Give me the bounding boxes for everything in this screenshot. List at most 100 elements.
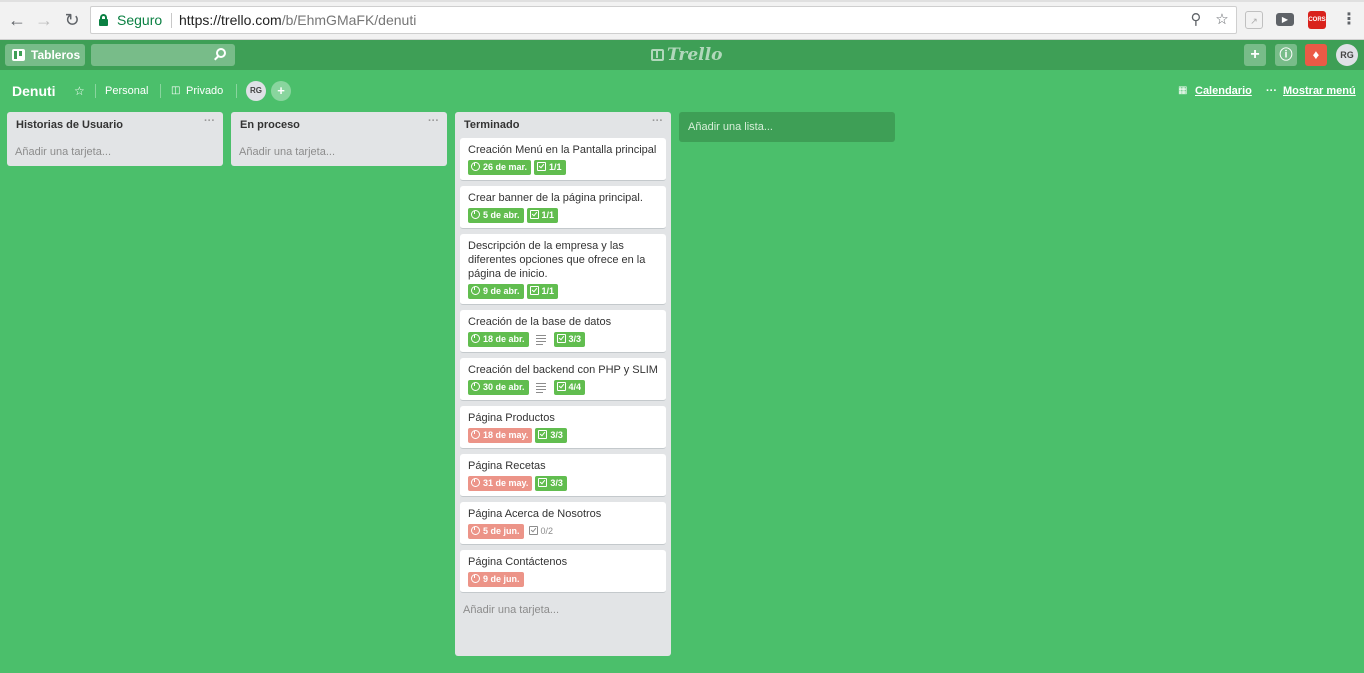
card[interactable]: Crear banner de la página principal. 5 de…: [460, 186, 666, 229]
cors-extension-icon[interactable]: CORS: [1308, 11, 1326, 29]
checkbox-icon: [538, 478, 548, 487]
back-arrow-icon[interactable]: ←: [6, 9, 28, 31]
checklist-badge: 3/3: [535, 428, 567, 443]
clock-icon: [471, 478, 480, 487]
board-member-avatar[interactable]: RG: [246, 81, 266, 101]
header-avatar[interactable]: RG: [1336, 44, 1358, 66]
list-menu-icon[interactable]: ···: [428, 115, 439, 127]
add-list-button[interactable]: Añadir una lista...: [679, 112, 895, 142]
card-badges: 5 de jun. 0/2: [468, 524, 659, 540]
board-header-divider: [236, 84, 237, 98]
add-card-button[interactable]: Añadir una tarjeta...: [455, 598, 671, 626]
list-en-proceso: En proceso ··· Añadir una tarjeta...: [231, 112, 447, 166]
extension-open-icon[interactable]: ↗: [1245, 11, 1263, 29]
checklist-badge: 4/4: [553, 380, 586, 395]
url-text[interactable]: https://trello.com/b/EhmGMaFK/denuti: [179, 7, 416, 33]
add-button[interactable]: +: [1244, 44, 1266, 66]
clock-icon: [471, 382, 480, 391]
checklist-count: 1/1: [541, 286, 555, 296]
trello-logo[interactable]: Trello: [651, 45, 722, 65]
list-title: Terminado: [464, 119, 520, 131]
due-date-text: 30 de abr.: [483, 382, 525, 392]
due-date-badge[interactable]: 9 de jun.: [468, 572, 524, 587]
notification-bell-icon[interactable]: ♦: [1305, 44, 1327, 66]
checklist-count: 3/3: [550, 478, 563, 488]
add-member-icon[interactable]: +: [271, 81, 291, 101]
checkbox-icon: [529, 286, 539, 295]
card[interactable]: Creación del backend con PHP y SLIM 30 de…: [460, 358, 666, 401]
team-button[interactable]: Personal: [105, 84, 148, 98]
due-date-badge[interactable]: 18 de abr.: [468, 332, 529, 347]
due-date-badge[interactable]: 5 de abr.: [468, 208, 524, 223]
show-menu-button[interactable]: Mostrar menú: [1283, 84, 1356, 98]
checklist-badge: 1/1: [534, 160, 566, 175]
checklist-badge: 3/3: [553, 332, 586, 347]
due-date-badge[interactable]: 26 de mar.: [468, 160, 532, 175]
trello-logo-icon: [651, 49, 664, 61]
card-title: Descripción de la empresa y las diferent…: [468, 240, 646, 280]
checklist-count: 0/2: [540, 526, 554, 536]
boards-label: Tableros: [31, 48, 81, 62]
due-date-badge[interactable]: 31 de may.: [468, 476, 533, 491]
card-title: Crear banner de la página principal.: [468, 192, 643, 204]
calendar-icon: ▦: [1178, 85, 1188, 96]
boards-button[interactable]: Tableros: [5, 44, 85, 66]
list-header[interactable]: En proceso ···: [231, 112, 447, 138]
checklist-count: 1/1: [541, 210, 555, 220]
description-icon: [535, 332, 546, 347]
card[interactable]: Página Recetas 31 de may. 3/3: [460, 454, 666, 497]
youtube-extension-icon[interactable]: ▶: [1276, 13, 1294, 26]
card-badges: 31 de may. 3/3: [468, 476, 659, 492]
card[interactable]: Página Productos 18 de may. 3/3: [460, 406, 666, 449]
search-input[interactable]: [91, 44, 235, 66]
list-title: En proceso: [240, 119, 300, 131]
tab-strip: [0, 0, 1364, 2]
star-icon[interactable]: ☆: [74, 84, 85, 98]
add-card-button[interactable]: Añadir una tarjeta...: [7, 138, 223, 166]
list-header[interactable]: Historias de Usuario ···: [7, 112, 223, 138]
search-icon[interactable]: [216, 48, 226, 58]
clock-icon: [471, 210, 480, 219]
checkbox-icon: [537, 162, 547, 171]
list-menu-icon[interactable]: ···: [652, 115, 663, 127]
card-title: Creación de la base de datos: [468, 316, 612, 328]
due-date-text: 18 de may.: [483, 430, 529, 440]
due-date-text: 5 de jun.: [483, 526, 520, 536]
due-date-badge[interactable]: 9 de abr.: [468, 284, 524, 299]
calendar-button[interactable]: Calendario: [1195, 84, 1252, 98]
address-bar[interactable]: Seguro https://trello.com/b/EhmGMaFK/den…: [90, 6, 1237, 34]
url-path: /b/EhmGMaFK/denuti: [281, 12, 417, 28]
card-badges: 30 de abr. 4/4: [468, 380, 659, 396]
clock-icon: [471, 430, 480, 439]
board-title[interactable]: Denuti: [12, 82, 56, 100]
card[interactable]: Creación Menú en la Pantalla principal 26…: [460, 138, 666, 181]
browser-menu-icon[interactable]: ⋮: [1338, 9, 1360, 31]
card-badges: 18 de may. 3/3: [468, 428, 659, 444]
card-title: Creación Menú en la Pantalla principal: [468, 144, 657, 156]
card-badges: 26 de mar. 1/1: [468, 160, 659, 176]
due-date-badge[interactable]: 30 de abr.: [468, 380, 529, 395]
reload-icon[interactable]: ↻: [61, 9, 83, 31]
checklist-count: 4/4: [568, 382, 582, 392]
due-date-badge[interactable]: 5 de jun.: [468, 524, 524, 539]
checkbox-icon: [529, 210, 539, 219]
card[interactable]: Creación de la base de datos 18 de abr. 3/…: [460, 310, 666, 353]
checklist-badge: 1/1: [526, 284, 559, 299]
due-date-text: 26 de mar.: [483, 162, 528, 172]
card[interactable]: Página Contáctenos 9 de jun.: [460, 550, 666, 593]
list-menu-icon[interactable]: ···: [204, 115, 215, 127]
visibility-button[interactable]: Privado: [186, 84, 223, 98]
list-title: Historias de Usuario: [16, 119, 123, 131]
bookmark-star-icon[interactable]: ☆: [1213, 7, 1231, 33]
list-header[interactable]: Terminado ···: [455, 112, 671, 138]
due-date-badge[interactable]: 18 de may.: [468, 428, 533, 443]
forward-arrow-icon[interactable]: →: [33, 9, 55, 31]
description-icon: [535, 380, 546, 395]
card[interactable]: Descripción de la empresa y las diferent…: [460, 234, 666, 305]
card[interactable]: Página Acerca de Nosotros 5 de jun. 0/2: [460, 502, 666, 545]
card-badges: 9 de jun.: [468, 572, 659, 588]
add-card-button[interactable]: Añadir una tarjeta...: [231, 138, 447, 166]
info-icon[interactable]: ⓘ: [1275, 44, 1297, 66]
due-date-text: 5 de abr.: [483, 210, 520, 220]
zoom-icon[interactable]: ⚲: [1187, 7, 1205, 33]
